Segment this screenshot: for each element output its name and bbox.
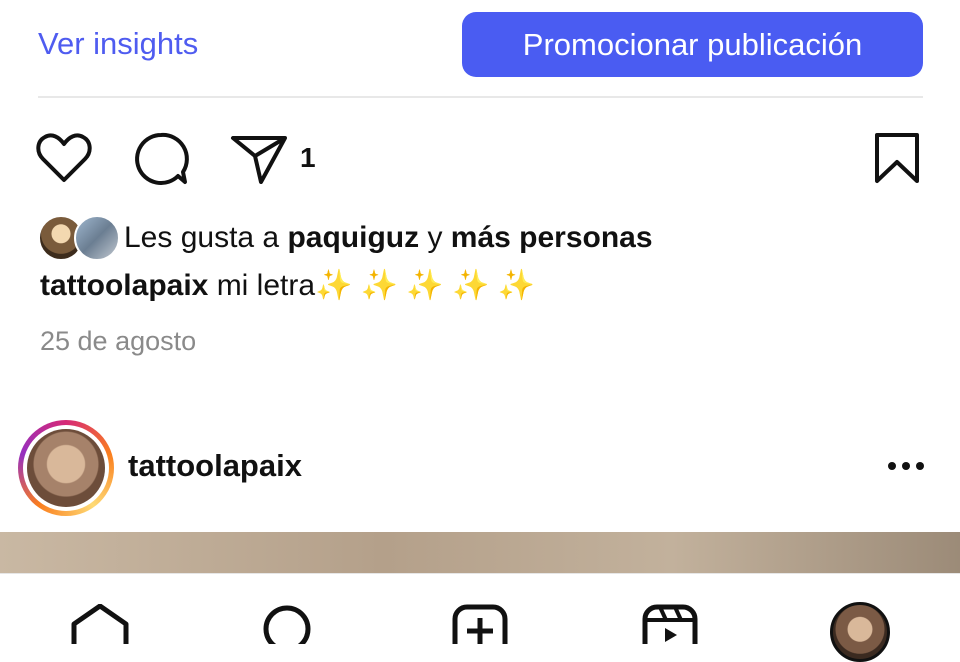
divider <box>38 96 923 98</box>
post-image[interactable] <box>0 532 960 574</box>
liker-username[interactable]: paquiguz <box>287 221 419 255</box>
search-icon[interactable] <box>262 604 312 644</box>
post-caption: tattoolapaix mi letra✨ ✨ ✨ ✨ ✨ <box>40 268 535 303</box>
share-icon[interactable] <box>230 134 288 184</box>
reels-icon[interactable] <box>642 604 698 644</box>
post-header: tattoolapaix <box>18 420 960 516</box>
comment-icon[interactable] <box>134 132 190 186</box>
post-action-bar <box>0 130 960 186</box>
likes-summary: Les gusta a paquiguz y más personas <box>38 214 653 262</box>
bookmark-icon[interactable] <box>874 132 920 184</box>
caption-username[interactable]: tattoolapaix <box>40 269 208 302</box>
bottom-navigation <box>0 573 960 662</box>
more-likers-link[interactable]: más personas <box>451 221 653 255</box>
likes-prefix: Les gusta a <box>124 221 288 254</box>
avatar <box>27 429 105 507</box>
create-icon[interactable] <box>452 604 508 644</box>
caption-text: mi letra✨ ✨ ✨ ✨ ✨ <box>208 269 536 302</box>
view-insights-link[interactable]: Ver insights <box>38 26 198 62</box>
home-icon[interactable] <box>70 604 130 644</box>
post-actions-header: Ver insights Promocionar publicación <box>0 0 960 96</box>
story-ring[interactable] <box>18 420 114 516</box>
post-date: 25 de agosto <box>40 326 197 356</box>
avatar <box>74 215 120 261</box>
likes-connector: y <box>419 221 451 254</box>
post-username[interactable]: tattoolapaix <box>128 448 302 484</box>
share-count: 1 <box>300 142 316 173</box>
promote-post-button[interactable]: Promocionar publicación <box>462 12 923 77</box>
liker-avatars[interactable] <box>38 215 120 261</box>
heart-icon[interactable] <box>36 132 92 184</box>
profile-avatar[interactable] <box>830 602 890 662</box>
more-options-icon[interactable] <box>884 446 928 486</box>
